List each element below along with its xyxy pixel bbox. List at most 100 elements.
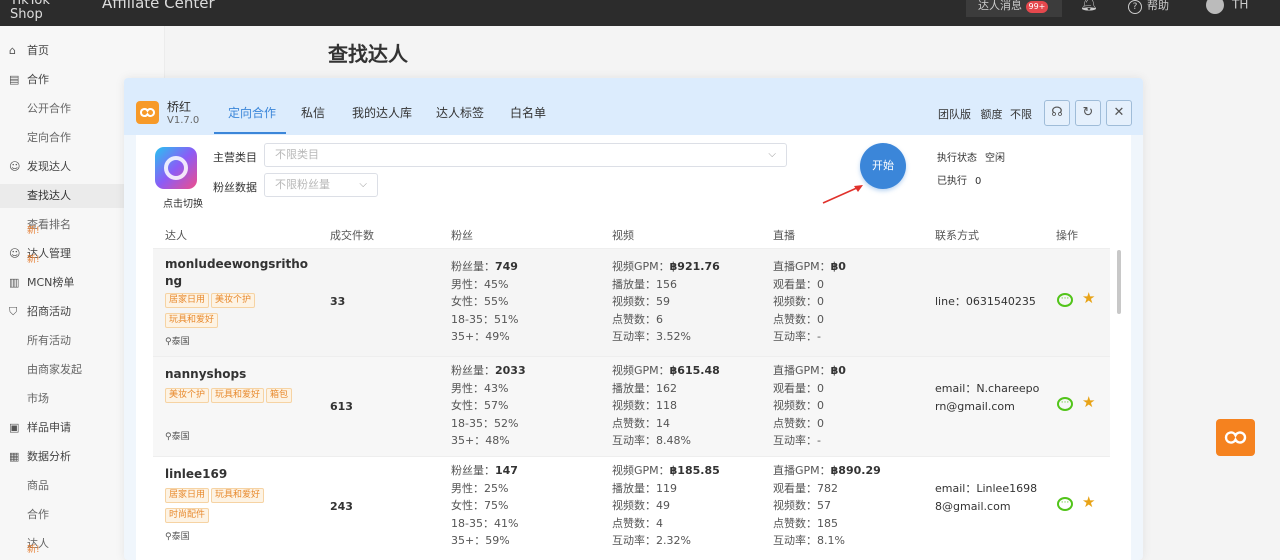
stat-line: 视频数：0 [773,399,824,412]
category-tag: 玩具和爱好 [211,388,265,403]
stat-value: ฿921.76 [669,260,720,273]
users-icon: ☺ [9,247,21,260]
stat-value: ฿0 [830,364,846,377]
contact-info: line：0631540235 [935,295,1036,308]
stat-label: 视频GPM： [612,364,670,377]
sidebar-item-label: 市场 [27,392,49,405]
stat-line: 视频数：49 [612,499,670,512]
location-text: 泰国 [171,532,190,542]
creator-name[interactable]: nannyshops [165,366,310,383]
executed-value: 0 [975,176,982,187]
stat-label: 视频GPM： [612,464,670,477]
stat-line: 观看量：0 [773,277,824,291]
stat-line: 互动率：- [773,330,821,343]
column-header-live: 直播 [773,229,795,242]
creator-name[interactable]: linlee169 [165,466,310,483]
creator-name[interactable]: monludeewongsrithong [165,256,310,290]
messages-badge: 99+ [1025,1,1049,13]
sidebar-item-label: 招商活动 [27,305,71,318]
sidebar-item-label: 由商家发起 [27,363,82,376]
stat-line: 点赞数：0 [773,312,824,326]
sidebar-item-label: 首页 [27,44,49,57]
sidebar-item-home[interactable]: ⌂ 首页 [0,39,165,63]
annotation-arrow-icon [822,185,863,204]
sidebar-item-label: 定向合作 [27,131,71,144]
headset-icon[interactable]: ☊ [1044,100,1070,126]
sidebar-item-label: 公开合作 [27,102,71,115]
fans-select[interactable]: 不限粉丝量 ⌵ [264,173,378,197]
sidebar-item-label: 所有活动 [27,334,71,347]
stat-line: 点赞数：6 [612,312,663,326]
start-button[interactable]: 开始 [860,143,906,189]
category-tags: 美妆个护 玩具和爱好 箱包 [165,386,305,406]
location-text: 泰国 [171,432,190,442]
sidebar-item-label: MCN榜单 [27,276,75,289]
quota-label: 额度 [980,108,1003,121]
tab-whitelist[interactable]: 白名单 [510,104,546,121]
switch-avatar-button[interactable] [155,147,197,189]
close-icon[interactable]: ✕ [1106,100,1132,126]
creator-location: ⚲泰国 [165,529,190,542]
edition-label: 团队版 [938,108,971,121]
edition-info: 团队版 额度 不限 [938,106,1032,122]
extension-version: V1.7.0 [167,115,200,126]
stat-label: 粉丝量： [451,364,495,377]
star-icon[interactable]: ★ [1082,393,1095,411]
tiktok-shop-logo[interactable]: TikTok Shop [10,0,50,22]
live-stats: 直播GPM：฿890.29 观看量：782 视频数：57 点赞数：185 互动率… [773,462,881,550]
extension-name: 桥红 [167,100,192,114]
stat-line: 互动率：8.48% [612,434,691,447]
stat-line: 视频数：118 [612,399,677,412]
contact-info: email：N.chareeporn@gmail.com [935,382,1040,413]
category-placeholder: 不限类目 [275,148,319,161]
stat-value: ฿890.29 [830,464,881,477]
fans-count: 粉丝量：749 [451,258,518,276]
tab-private-message[interactable]: 私信 [301,104,325,121]
live-stats: 直播GPM：฿0 观看量：0 视频数：0 点赞数：0 互动率：- [773,258,846,346]
fans-stats: 粉丝量：2033 男性：43% 女性：57% 18-35：52% 35+：48% [451,362,526,450]
category-select[interactable]: 不限类目 ⌵ [264,143,787,167]
extension-content: 点击切换 主营类目 不限类目 ⌵ 粉丝数据 不限粉丝量 ⌵ 开始 执行状态 空闲 … [136,135,1131,560]
creator-messages-button[interactable]: 达人消息 99+ [966,0,1062,17]
bell-icon[interactable]: 🔔︎ [1080,0,1098,12]
stat-line: 视频数：59 [612,295,670,308]
table-row: monludeewongsrithong 居家日用 美妆个护玩具和爱好 ⚲泰国 3… [153,248,1110,356]
video-stats: 视频GPM：฿921.76 播放量：156 视频数：59 点赞数：6 互动率：3… [612,258,720,346]
star-icon[interactable]: ★ [1082,493,1095,511]
category-tag: 居家日用 [165,488,210,503]
stat-label: 粉丝量： [451,260,495,273]
stat-label: 直播GPM： [773,464,831,477]
category-tag: 玩具和爱好 [211,488,265,503]
tab-creator-tags[interactable]: 达人标签 [436,104,484,121]
account-menu[interactable]: TH [1206,0,1248,14]
star-icon[interactable]: ★ [1082,289,1095,307]
live-gpm: 直播GPM：฿890.29 [773,462,881,480]
stat-label: 视频GPM： [612,260,670,273]
category-tag: 美妆个护 [165,388,210,403]
help-button[interactable]: ? 帮助 [1128,0,1169,14]
chat-icon[interactable]: ··· [1057,497,1073,511]
chat-icon[interactable]: ··· [1057,293,1073,307]
category-tags: 居家日用 玩具和爱好时尚配件 [165,486,305,526]
column-header-video: 视频 [612,229,634,242]
stat-line: 观看量：0 [773,381,824,395]
top-bar: TikTok Shop Affiliate Center 达人消息 99+ 🔔︎… [0,0,1280,26]
refresh-icon[interactable]: ↻ [1075,100,1101,126]
chat-icon[interactable]: ··· [1057,397,1073,411]
sidebar-item-label: 发现达人 [27,160,71,173]
table-scrollbar[interactable] [1117,250,1121,314]
chevron-down-icon: ⌵ [768,149,776,160]
stat-value: 749 [495,260,518,273]
stat-line: 35+：59% [451,534,510,547]
video-gpm: 视频GPM：฿615.48 [612,362,720,380]
fans-placeholder: 不限粉丝量 [275,178,330,191]
tab-my-creators[interactable]: 我的达人库 [352,104,412,121]
creator-location: ⚲泰国 [165,334,190,347]
new-badge: 新! [27,545,40,555]
category-tag: 玩具和爱好 [165,313,219,328]
executed-count: 已执行 0 [937,172,981,187]
extension-launcher-button[interactable] [1216,419,1255,456]
tab-targeted-collab[interactable]: 定向合作 [228,104,276,121]
link-icon [1224,431,1247,444]
location-pin-icon: ⚲ [165,532,172,542]
